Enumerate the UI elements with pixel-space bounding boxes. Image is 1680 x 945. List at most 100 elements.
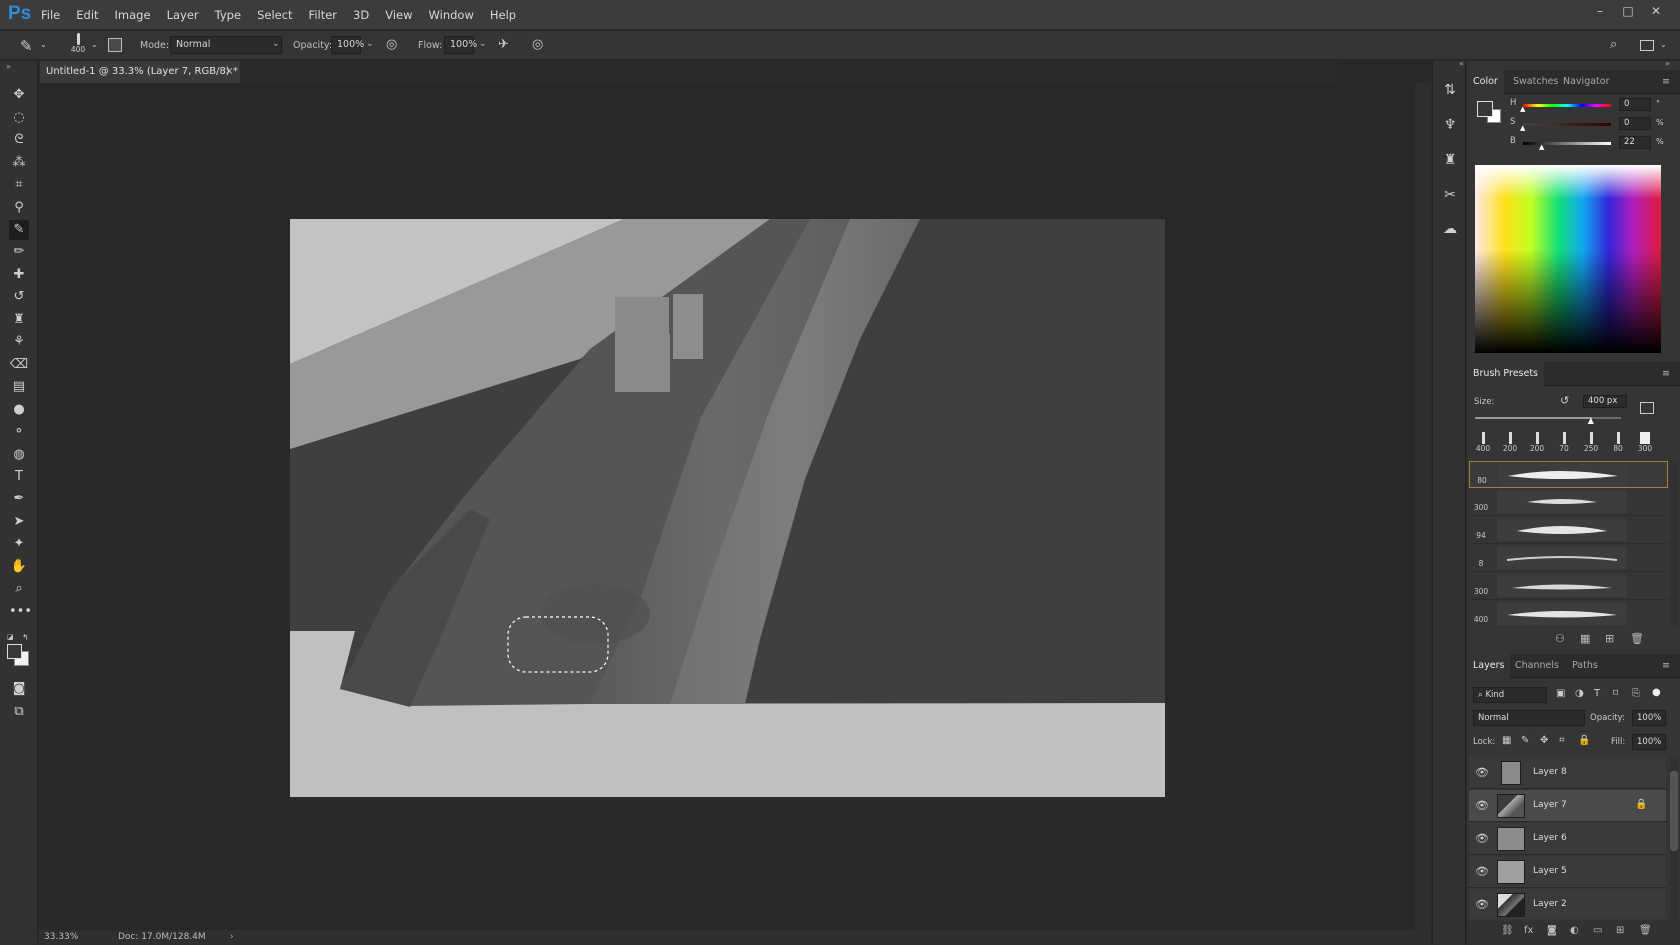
- brush-preset-2[interactable]: 200: [1498, 432, 1522, 453]
- new-layer-icon[interactable]: ⊞: [1616, 925, 1624, 936]
- filter-shape-icon[interactable]: ⌑: [1613, 688, 1618, 699]
- zoom-tool-icon[interactable]: ⌕: [9, 579, 29, 599]
- menu-window[interactable]: Window: [429, 8, 474, 22]
- visibility-eye-icon[interactable]: 👁: [1475, 898, 1489, 911]
- layer-style-icon[interactable]: fx: [1524, 925, 1533, 936]
- opacity-chevron-icon[interactable]: ⌄: [366, 39, 374, 49]
- brush-grid-icon[interactable]: ▦: [1580, 632, 1590, 645]
- document-tab[interactable]: Untitled-1 @ 33.3% (Layer 7, RGB/8) * ×: [40, 61, 240, 83]
- fill-input[interactable]: 100%: [1632, 734, 1666, 750]
- visibility-eye-icon[interactable]: 👁: [1475, 766, 1489, 779]
- lock-all-icon[interactable]: 🔒: [1578, 735, 1590, 746]
- history-panel-icon[interactable]: ⇅: [1439, 79, 1461, 101]
- brightness-input[interactable]: 22: [1619, 136, 1651, 149]
- pressure-opacity-icon[interactable]: ◎: [386, 37, 397, 52]
- lock-image-icon[interactable]: ✎: [1521, 735, 1529, 746]
- filter-toggle-icon[interactable]: ●: [1652, 687, 1661, 698]
- collapse-panels-icon[interactable]: »: [1665, 59, 1670, 68]
- hue-input[interactable]: 0: [1619, 98, 1651, 111]
- sponge-tool-icon[interactable]: ◍: [9, 445, 29, 465]
- brush-tool-icon[interactable]: ✎: [20, 37, 33, 55]
- status-menu-arrow-icon[interactable]: ›: [230, 930, 234, 945]
- mode-select[interactable]: Normal: [170, 36, 282, 54]
- quick-mask-icon[interactable]: ◙: [9, 679, 29, 699]
- lock-transparent-icon[interactable]: ▦: [1502, 735, 1511, 746]
- reset-size-icon[interactable]: ↺: [1560, 394, 1569, 407]
- tab-swatches[interactable]: Swatches: [1507, 70, 1564, 94]
- opacity-input[interactable]: 100%: [331, 36, 364, 54]
- layers-scrollbar-thumb[interactable]: [1670, 771, 1678, 851]
- marquee-tool-icon[interactable]: ◌: [9, 108, 29, 128]
- document-canvas[interactable]: [290, 219, 1165, 797]
- swap-colors-icon[interactable]: ↰: [22, 633, 29, 642]
- menu-help[interactable]: Help: [490, 8, 516, 22]
- layer-opacity-input[interactable]: 100%: [1632, 710, 1666, 726]
- more-tools-icon[interactable]: •••: [9, 602, 32, 622]
- menu-type[interactable]: Type: [215, 8, 241, 22]
- brush-list-scrollbar[interactable]: [1670, 461, 1678, 627]
- tab-color[interactable]: Color: [1467, 70, 1504, 95]
- layer-row-layer-5[interactable]: 👁 Layer 5: [1469, 856, 1666, 888]
- libraries-panel-icon[interactable]: ☁: [1439, 218, 1461, 240]
- visibility-eye-icon[interactable]: 👁: [1475, 832, 1489, 845]
- filter-adjustment-icon[interactable]: ◑: [1575, 688, 1584, 699]
- screen-mode-icon[interactable]: ⧉: [9, 702, 29, 722]
- tab-layers[interactable]: Layers: [1467, 654, 1511, 679]
- collapse-toolbox-icon[interactable]: »: [6, 62, 11, 71]
- close-document-icon[interactable]: ×: [225, 61, 233, 83]
- menu-file[interactable]: File: [41, 8, 60, 22]
- dodge-tool-icon[interactable]: ⚬: [9, 422, 29, 442]
- brush-list-item[interactable]: 300: [1469, 573, 1668, 600]
- pressure-size-icon[interactable]: ◎: [532, 37, 543, 52]
- hue-slider[interactable]: [1523, 104, 1611, 107]
- eraser-tool-icon[interactable]: ⌫: [9, 355, 29, 375]
- brush-preset-4[interactable]: 70: [1552, 432, 1576, 453]
- tool-preset-chevron-icon[interactable]: ⌄: [40, 40, 47, 49]
- lock-position-icon[interactable]: ✥: [1540, 735, 1548, 746]
- history-brush-tool-icon[interactable]: ↺: [9, 287, 29, 307]
- brush-panel-toggle-icon[interactable]: [108, 38, 122, 52]
- blur-tool-icon[interactable]: ●: [9, 400, 29, 420]
- pen-tool-icon[interactable]: ✒: [9, 489, 29, 509]
- brush-list-item[interactable]: 80: [1469, 461, 1668, 488]
- eyedropper-tool-icon[interactable]: ⚲: [9, 198, 29, 218]
- layer-row-layer-6[interactable]: 👁 Layer 6: [1469, 823, 1666, 855]
- search-icon[interactable]: ⌕: [1610, 37, 1617, 52]
- pencil-tool-icon[interactable]: ✏: [9, 242, 29, 262]
- brush-list-item[interactable]: 8: [1469, 545, 1668, 572]
- hue-thumb-icon[interactable]: ▲: [1520, 105, 1525, 113]
- adjustment-layer-icon[interactable]: ◐: [1570, 925, 1579, 936]
- clone-stamp-tool-icon[interactable]: ♜: [9, 310, 29, 330]
- layer-row-layer-2[interactable]: 👁 Layer 2: [1469, 889, 1666, 919]
- link-layers-icon[interactable]: ⛓: [1501, 925, 1514, 936]
- saturation-slider[interactable]: [1523, 123, 1611, 126]
- path-selection-tool-icon[interactable]: ➤: [9, 512, 29, 532]
- new-group-icon[interactable]: ▭: [1593, 925, 1602, 936]
- delete-layer-icon[interactable]: 🗑: [1639, 925, 1652, 936]
- brush-size-slider[interactable]: [1475, 417, 1621, 419]
- clone-source-panel-icon[interactable]: ♜: [1439, 149, 1461, 171]
- tool-presets-panel-icon[interactable]: ✂: [1439, 184, 1461, 206]
- menu-select[interactable]: Select: [257, 8, 292, 22]
- menu-filter[interactable]: Filter: [309, 8, 337, 22]
- workspace-chevron-icon[interactable]: ⌄: [1660, 40, 1667, 49]
- tab-brush-presets[interactable]: Brush Presets: [1467, 362, 1545, 387]
- filter-type-icon[interactable]: T: [1594, 688, 1600, 699]
- crop-tool-icon[interactable]: ⌗: [9, 175, 29, 195]
- layers-panel-menu-icon[interactable]: ≡: [1656, 654, 1676, 678]
- color-spectrum[interactable]: [1475, 165, 1661, 353]
- hand-tool-icon[interactable]: ✋: [9, 557, 29, 577]
- brush-panel-menu-icon[interactable]: ≡: [1656, 362, 1676, 386]
- color-panel-fg-swatch[interactable]: [1477, 101, 1493, 117]
- layer-blend-mode-select[interactable]: Normal: [1473, 710, 1585, 726]
- create-brush-icon[interactable]: ⊞: [1605, 632, 1614, 645]
- brush-list-item[interactable]: 400: [1469, 601, 1668, 627]
- layer-filter-kind[interactable]: ⌕ Kind: [1473, 687, 1547, 703]
- lock-artboard-icon[interactable]: ⌗: [1559, 735, 1565, 746]
- workspace-icon[interactable]: [1640, 40, 1654, 51]
- tab-channels[interactable]: Channels: [1509, 654, 1565, 678]
- toggle-brush-panel-icon[interactable]: ⚇: [1555, 632, 1565, 645]
- foreground-color-swatch[interactable]: [7, 644, 22, 659]
- brush-picker-chevron-icon[interactable]: ⌄: [91, 40, 98, 49]
- filter-smart-object-icon[interactable]: ⎘: [1632, 688, 1640, 699]
